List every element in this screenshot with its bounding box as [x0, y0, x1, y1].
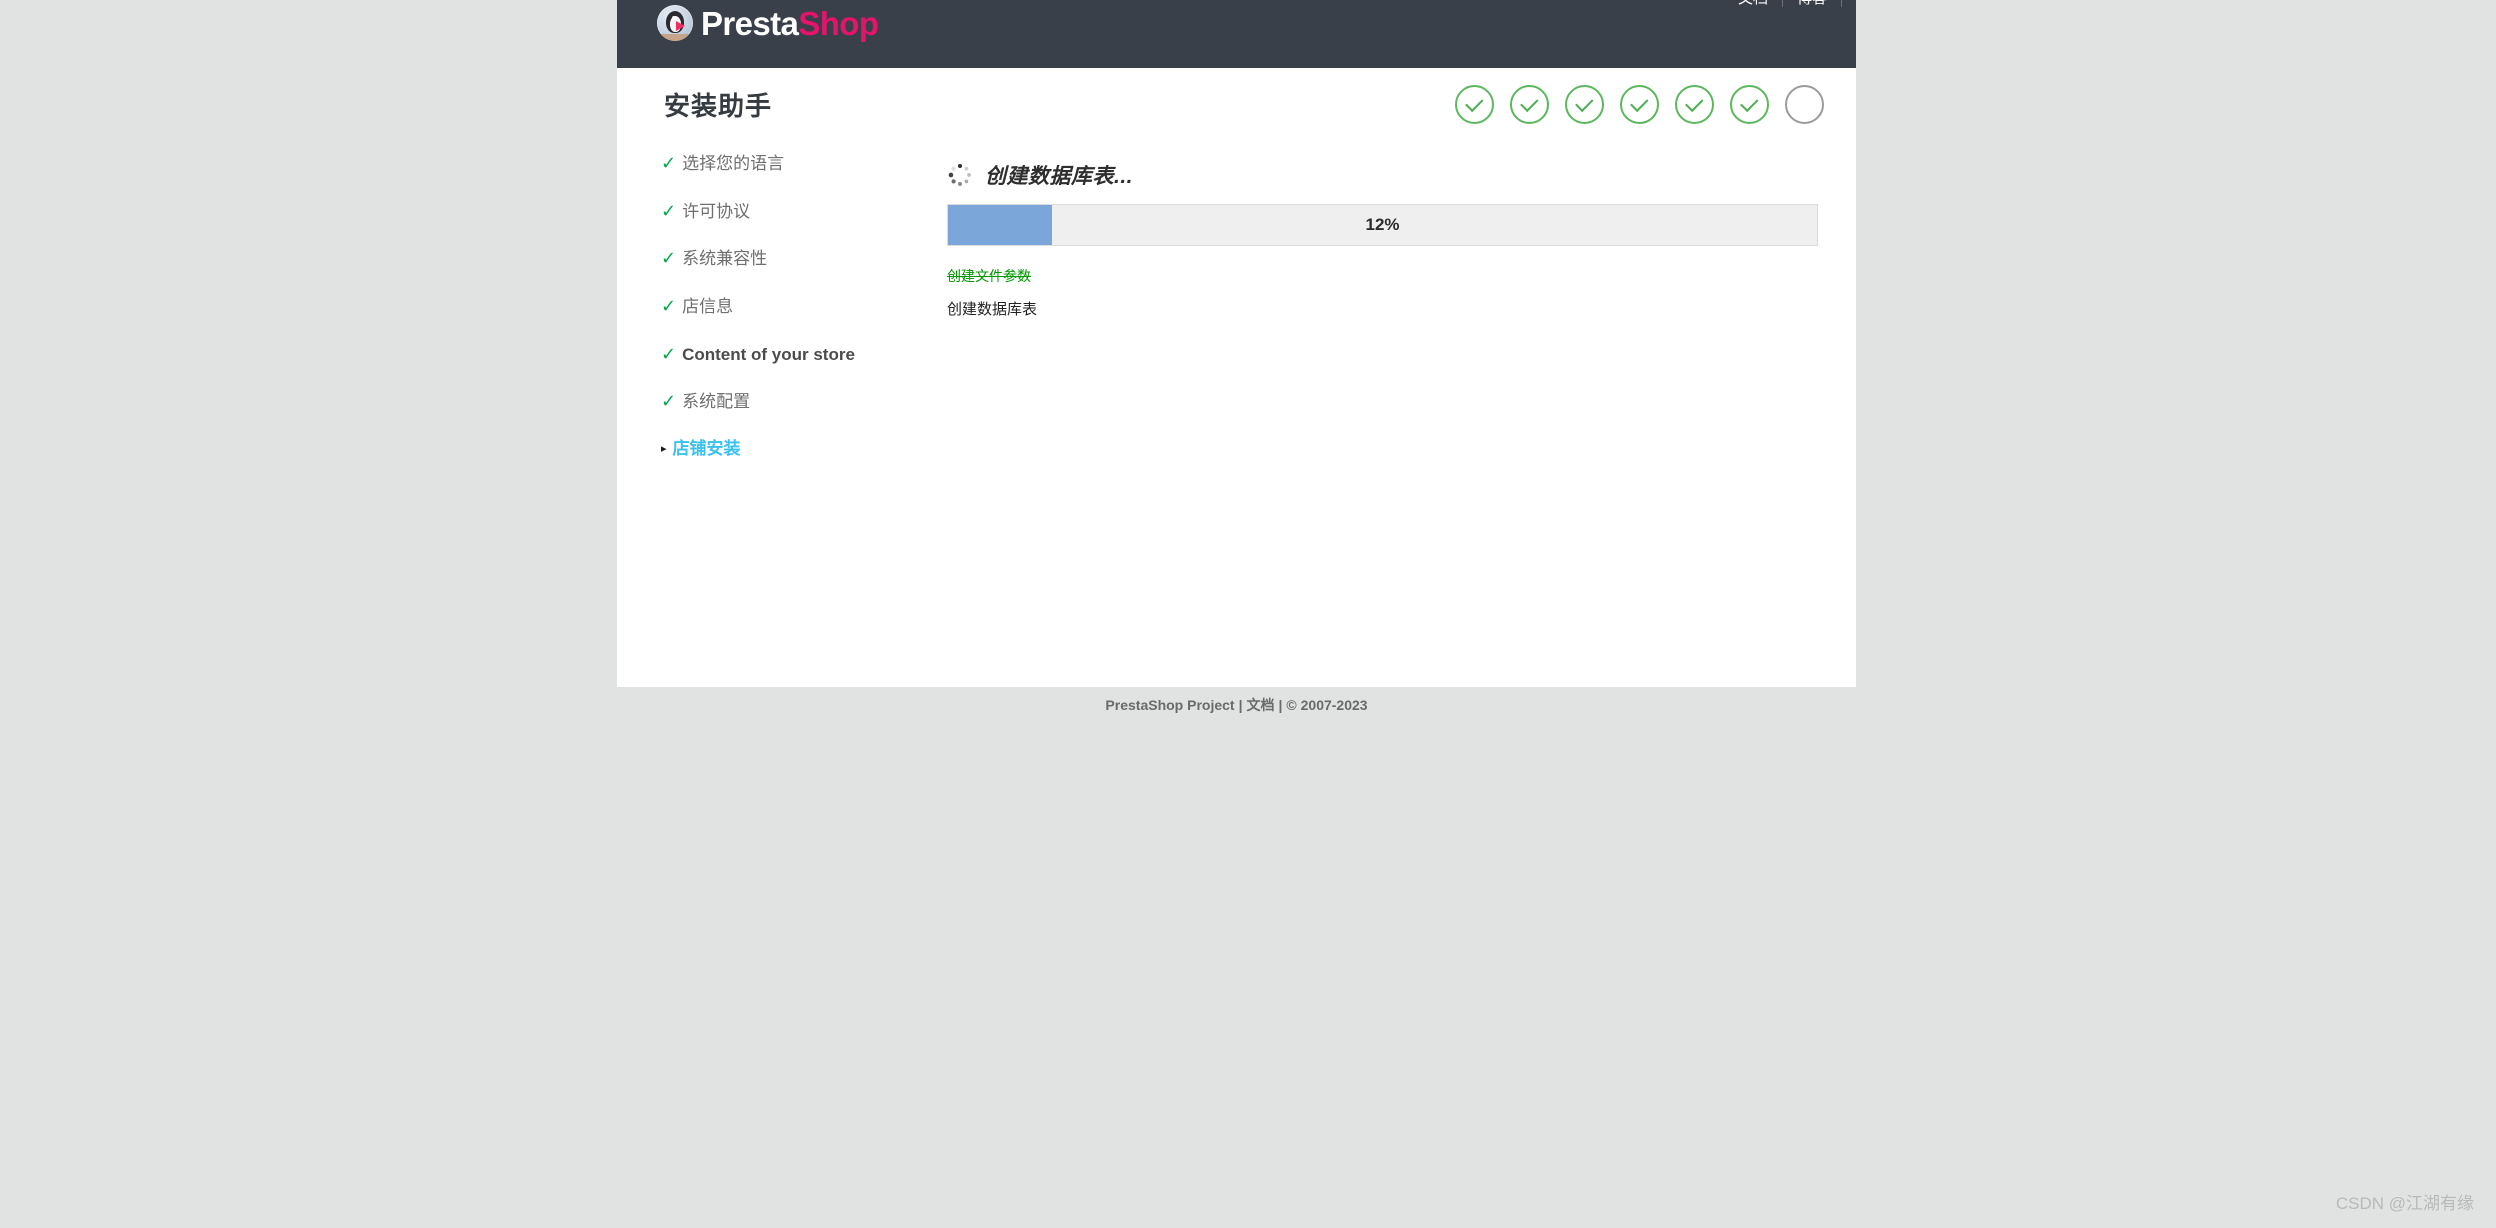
step-dot-6[interactable]	[1730, 85, 1769, 124]
check-icon	[1629, 93, 1648, 112]
progress-heading: 创建数据库表...	[947, 160, 1818, 190]
install-page-container: 文档 博客 PrestaShop 安装助手	[617, 0, 1856, 687]
check-icon: ✓	[661, 391, 677, 412]
check-icon	[1464, 93, 1483, 112]
footer-docs-link[interactable]: 文档	[1247, 695, 1275, 715]
footer-project-name: PrestaShop Project	[1105, 697, 1235, 713]
sidebar-item-store-installation[interactable]: ▸ 店铺安装	[661, 439, 937, 459]
check-icon	[1519, 93, 1538, 112]
prestashop-mascot-icon	[657, 5, 693, 41]
nav-link-blog[interactable]: 博客	[1783, 0, 1841, 10]
sidebar-item-store-information[interactable]: ✓ 店信息	[661, 297, 937, 317]
step-dot-4[interactable]	[1620, 85, 1659, 124]
progress-percentage-label: 12%	[1365, 215, 1400, 234]
step-dot-7[interactable]	[1785, 85, 1824, 124]
installation-log: 创建文件参数 创建数据库表	[947, 268, 1818, 319]
sidebar-item-label: 系统配置	[682, 392, 751, 412]
csdn-watermark: CSDN @江湖有缘	[2335, 1194, 2474, 1213]
step-dot-2[interactable]	[1510, 85, 1549, 124]
site-header: 文档 博客 PrestaShop	[617, 0, 1856, 68]
sidebar-item-label: 店信息	[682, 297, 734, 317]
caret-right-icon: ▸	[661, 443, 667, 456]
log-line-completed: 创建文件参数	[947, 268, 1031, 284]
step-dot-3[interactable]	[1565, 85, 1604, 124]
check-icon: ✓	[661, 296, 677, 317]
check-icon	[1684, 93, 1703, 112]
check-icon: ✓	[661, 200, 677, 221]
prestashop-logo[interactable]: PrestaShop	[657, 4, 879, 42]
sidebar-item-label: 选择您的语言	[682, 154, 785, 173]
sidebar-item-label: 店铺安装	[672, 439, 741, 459]
sidebar-item-system-configuration[interactable]: ✓ 系统配置	[661, 392, 937, 412]
brand-word-shop: Shop	[798, 4, 879, 42]
sidebar-item-content-of-your-store[interactable]: ✓ Content of your store	[661, 345, 937, 365]
top-navigation: 文档 博客	[1724, 0, 1842, 10]
page-title: 安装助手	[664, 91, 773, 121]
install-steps-sidebar: ✓ 选择您的语言 ✓ 许可协议 ✓ 系统兼容性 ✓ 店信息 ✓ Content …	[617, 138, 937, 487]
nav-separator	[1841, 0, 1842, 7]
installation-progress-bar: 12%	[947, 204, 1818, 246]
check-icon: ✓	[661, 248, 677, 269]
sidebar-item-license-agreement[interactable]: ✓ 许可协议	[661, 202, 937, 222]
brand-wordmark: PrestaShop	[701, 4, 879, 42]
sidebar-item-system-compatibility[interactable]: ✓ 系统兼容性	[661, 249, 937, 269]
footer-copyright: © 2007-2023	[1286, 697, 1368, 713]
step-dot-1[interactable]	[1455, 85, 1494, 124]
step-indicator	[1455, 85, 1824, 124]
progress-heading-text: 创建数据库表...	[985, 165, 1134, 188]
sidebar-item-label: 许可协议	[682, 201, 751, 221]
brand-word-presta: Presta	[701, 4, 799, 42]
step-dot-5[interactable]	[1675, 85, 1714, 124]
check-icon	[1574, 93, 1593, 112]
sidebar-item-label: Content of your store	[682, 344, 855, 364]
page-body: ✓ 选择您的语言 ✓ 许可协议 ✓ 系统兼容性 ✓ 店信息 ✓ Content …	[617, 138, 1856, 670]
panel-spacer	[947, 334, 1818, 670]
sidebar-item-label: 系统兼容性	[682, 249, 768, 269]
nav-link-docs[interactable]: 文档	[1724, 0, 1782, 10]
site-footer: PrestaShop Project | 文档 | © 2007-2023	[617, 687, 1856, 723]
log-line-active: 创建数据库表	[947, 300, 1038, 318]
check-icon	[1739, 93, 1758, 112]
check-icon: ✓	[661, 343, 677, 364]
footer-separator: |	[1278, 697, 1283, 713]
sidebar-item-choose-language[interactable]: ✓ 选择您的语言	[661, 154, 937, 174]
loading-spinner-icon	[947, 162, 973, 188]
installation-progress-panel: 创建数据库表... 12% 创建文件参数 创建数据库表	[937, 138, 1856, 670]
page-header-row: 安装助手	[617, 68, 1856, 138]
footer-separator: |	[1238, 697, 1243, 713]
check-icon: ✓	[661, 153, 677, 173]
